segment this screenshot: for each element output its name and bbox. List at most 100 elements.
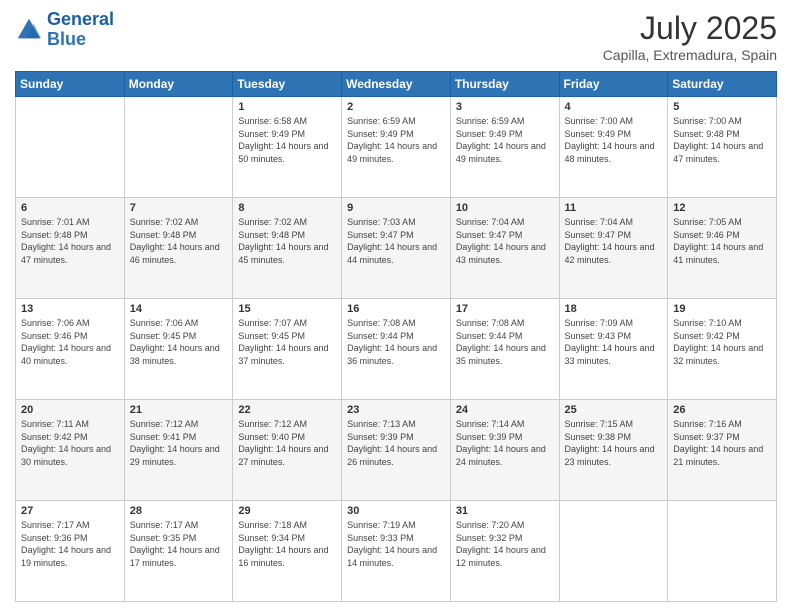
calendar-cell: 12 Sunrise: 7:05 AM Sunset: 9:46 PM Dayli… [668,198,777,299]
day-header-friday: Friday [559,72,668,97]
day-header-saturday: Saturday [668,72,777,97]
logo-icon [15,16,43,44]
day-number: 20 [21,404,119,416]
calendar-cell [16,97,125,198]
day-number: 31 [456,505,554,517]
calendar-cell: 23 Sunrise: 7:13 AM Sunset: 9:39 PM Dayli… [342,400,451,501]
day-number: 18 [565,303,663,315]
calendar-cell: 26 Sunrise: 7:16 AM Sunset: 9:37 PM Dayli… [668,400,777,501]
cell-content: Sunrise: 7:17 AM Sunset: 9:36 PM Dayligh… [21,519,119,569]
header: General Blue July 2025 Capilla, Extremad… [15,10,777,63]
calendar-week-row: 20Sunrise: 7:11 AM Sunset: 9:42 PM Dayli… [16,400,777,501]
day-header-monday: Monday [124,72,233,97]
calendar-cell: 1 Sunrise: 6:58 AM Sunset: 9:49 PM Daylig… [233,97,342,198]
day-number: 28 [130,505,228,517]
calendar-table: SundayMondayTuesdayWednesdayThursdayFrid… [15,71,777,602]
cell-content: Sunrise: 7:15 AM Sunset: 9:38 PM Dayligh… [565,418,663,468]
calendar-cell: 30 Sunrise: 7:19 AM Sunset: 9:33 PM Dayli… [342,501,451,602]
day-number: 10 [456,202,554,214]
logo-line2: Blue [47,29,86,49]
calendar-cell: 17 Sunrise: 7:08 AM Sunset: 9:44 PM Dayli… [450,299,559,400]
day-number: 30 [347,505,445,517]
cell-content: Sunrise: 7:08 AM Sunset: 9:44 PM Dayligh… [456,317,554,367]
calendar-cell: 14 Sunrise: 7:06 AM Sunset: 9:45 PM Dayli… [124,299,233,400]
calendar-cell: 29 Sunrise: 7:18 AM Sunset: 9:34 PM Dayli… [233,501,342,602]
day-number: 11 [565,202,663,214]
day-number: 15 [238,303,336,315]
cell-content: Sunrise: 7:00 AM Sunset: 9:49 PM Dayligh… [565,115,663,165]
day-number: 1 [238,101,336,113]
day-number: 27 [21,505,119,517]
day-number: 23 [347,404,445,416]
day-number: 19 [673,303,771,315]
day-header-tuesday: Tuesday [233,72,342,97]
day-number: 9 [347,202,445,214]
logo-line1: General [47,9,114,29]
cell-content: Sunrise: 7:06 AM Sunset: 9:45 PM Dayligh… [130,317,228,367]
calendar-cell: 22 Sunrise: 7:12 AM Sunset: 9:40 PM Dayli… [233,400,342,501]
page: General Blue July 2025 Capilla, Extremad… [0,0,792,612]
cell-content: Sunrise: 7:02 AM Sunset: 9:48 PM Dayligh… [130,216,228,266]
day-number: 13 [21,303,119,315]
calendar-cell: 2Sunrise: 6:59 AM Sunset: 9:49 PM Daylig… [342,97,451,198]
day-number: 29 [238,505,336,517]
calendar-cell: 3Sunrise: 6:59 AM Sunset: 9:49 PM Daylig… [450,97,559,198]
calendar-cell: 21 Sunrise: 7:12 AM Sunset: 9:41 PM Dayli… [124,400,233,501]
calendar-week-row: 1 Sunrise: 6:58 AM Sunset: 9:49 PM Daylig… [16,97,777,198]
location: Capilla, Extremadura, Spain [603,47,777,63]
calendar-cell: 27 Sunrise: 7:17 AM Sunset: 9:36 PM Dayli… [16,501,125,602]
cell-content: Sunrise: 7:14 AM Sunset: 9:39 PM Dayligh… [456,418,554,468]
cell-content: Sunrise: 7:09 AM Sunset: 9:43 PM Dayligh… [565,317,663,367]
cell-content: Sunrise: 7:05 AM Sunset: 9:46 PM Dayligh… [673,216,771,266]
day-number: 7 [130,202,228,214]
calendar-cell: 10Sunrise: 7:04 AM Sunset: 9:47 PM Dayli… [450,198,559,299]
day-header-sunday: Sunday [16,72,125,97]
day-number: 25 [565,404,663,416]
cell-content: Sunrise: 7:07 AM Sunset: 9:45 PM Dayligh… [238,317,336,367]
day-number: 4 [565,101,663,113]
calendar-cell: 16 Sunrise: 7:08 AM Sunset: 9:44 PM Dayli… [342,299,451,400]
day-number: 22 [238,404,336,416]
calendar-cell: 31Sunrise: 7:20 AM Sunset: 9:32 PM Dayli… [450,501,559,602]
cell-content: Sunrise: 7:12 AM Sunset: 9:41 PM Dayligh… [130,418,228,468]
day-number: 24 [456,404,554,416]
calendar-cell: 8 Sunrise: 7:02 AM Sunset: 9:48 PM Daylig… [233,198,342,299]
cell-content: Sunrise: 7:18 AM Sunset: 9:34 PM Dayligh… [238,519,336,569]
day-number: 14 [130,303,228,315]
cell-content: Sunrise: 6:58 AM Sunset: 9:49 PM Dayligh… [238,115,336,165]
cell-content: Sunrise: 7:03 AM Sunset: 9:47 PM Dayligh… [347,216,445,266]
cell-content: Sunrise: 7:06 AM Sunset: 9:46 PM Dayligh… [21,317,119,367]
day-number: 21 [130,404,228,416]
calendar-cell [559,501,668,602]
calendar-cell: 6Sunrise: 7:01 AM Sunset: 9:48 PM Daylig… [16,198,125,299]
calendar-cell: 9 Sunrise: 7:03 AM Sunset: 9:47 PM Daylig… [342,198,451,299]
day-number: 26 [673,404,771,416]
calendar-cell: 24 Sunrise: 7:14 AM Sunset: 9:39 PM Dayli… [450,400,559,501]
cell-content: Sunrise: 7:12 AM Sunset: 9:40 PM Dayligh… [238,418,336,468]
cell-content: Sunrise: 7:13 AM Sunset: 9:39 PM Dayligh… [347,418,445,468]
calendar-week-row: 6Sunrise: 7:01 AM Sunset: 9:48 PM Daylig… [16,198,777,299]
cell-content: Sunrise: 7:04 AM Sunset: 9:47 PM Dayligh… [565,216,663,266]
day-number: 17 [456,303,554,315]
day-number: 12 [673,202,771,214]
day-number: 6 [21,202,119,214]
logo-text: General Blue [47,10,114,50]
day-number: 16 [347,303,445,315]
logo: General Blue [15,10,114,50]
cell-content: Sunrise: 6:59 AM Sunset: 9:49 PM Dayligh… [347,115,445,165]
day-header-wednesday: Wednesday [342,72,451,97]
calendar-cell: 13 Sunrise: 7:06 AM Sunset: 9:46 PM Dayli… [16,299,125,400]
day-header-thursday: Thursday [450,72,559,97]
cell-content: Sunrise: 7:08 AM Sunset: 9:44 PM Dayligh… [347,317,445,367]
calendar-cell: 28 Sunrise: 7:17 AM Sunset: 9:35 PM Dayli… [124,501,233,602]
calendar-cell: 15 Sunrise: 7:07 AM Sunset: 9:45 PM Dayli… [233,299,342,400]
cell-content: Sunrise: 7:19 AM Sunset: 9:33 PM Dayligh… [347,519,445,569]
cell-content: Sunrise: 7:16 AM Sunset: 9:37 PM Dayligh… [673,418,771,468]
day-number: 8 [238,202,336,214]
calendar-cell [124,97,233,198]
calendar-cell: 20Sunrise: 7:11 AM Sunset: 9:42 PM Dayli… [16,400,125,501]
cell-content: Sunrise: 7:17 AM Sunset: 9:35 PM Dayligh… [130,519,228,569]
calendar-cell: 5Sunrise: 7:00 AM Sunset: 9:48 PM Daylig… [668,97,777,198]
calendar-cell: 11 Sunrise: 7:04 AM Sunset: 9:47 PM Dayli… [559,198,668,299]
cell-content: Sunrise: 7:02 AM Sunset: 9:48 PM Dayligh… [238,216,336,266]
